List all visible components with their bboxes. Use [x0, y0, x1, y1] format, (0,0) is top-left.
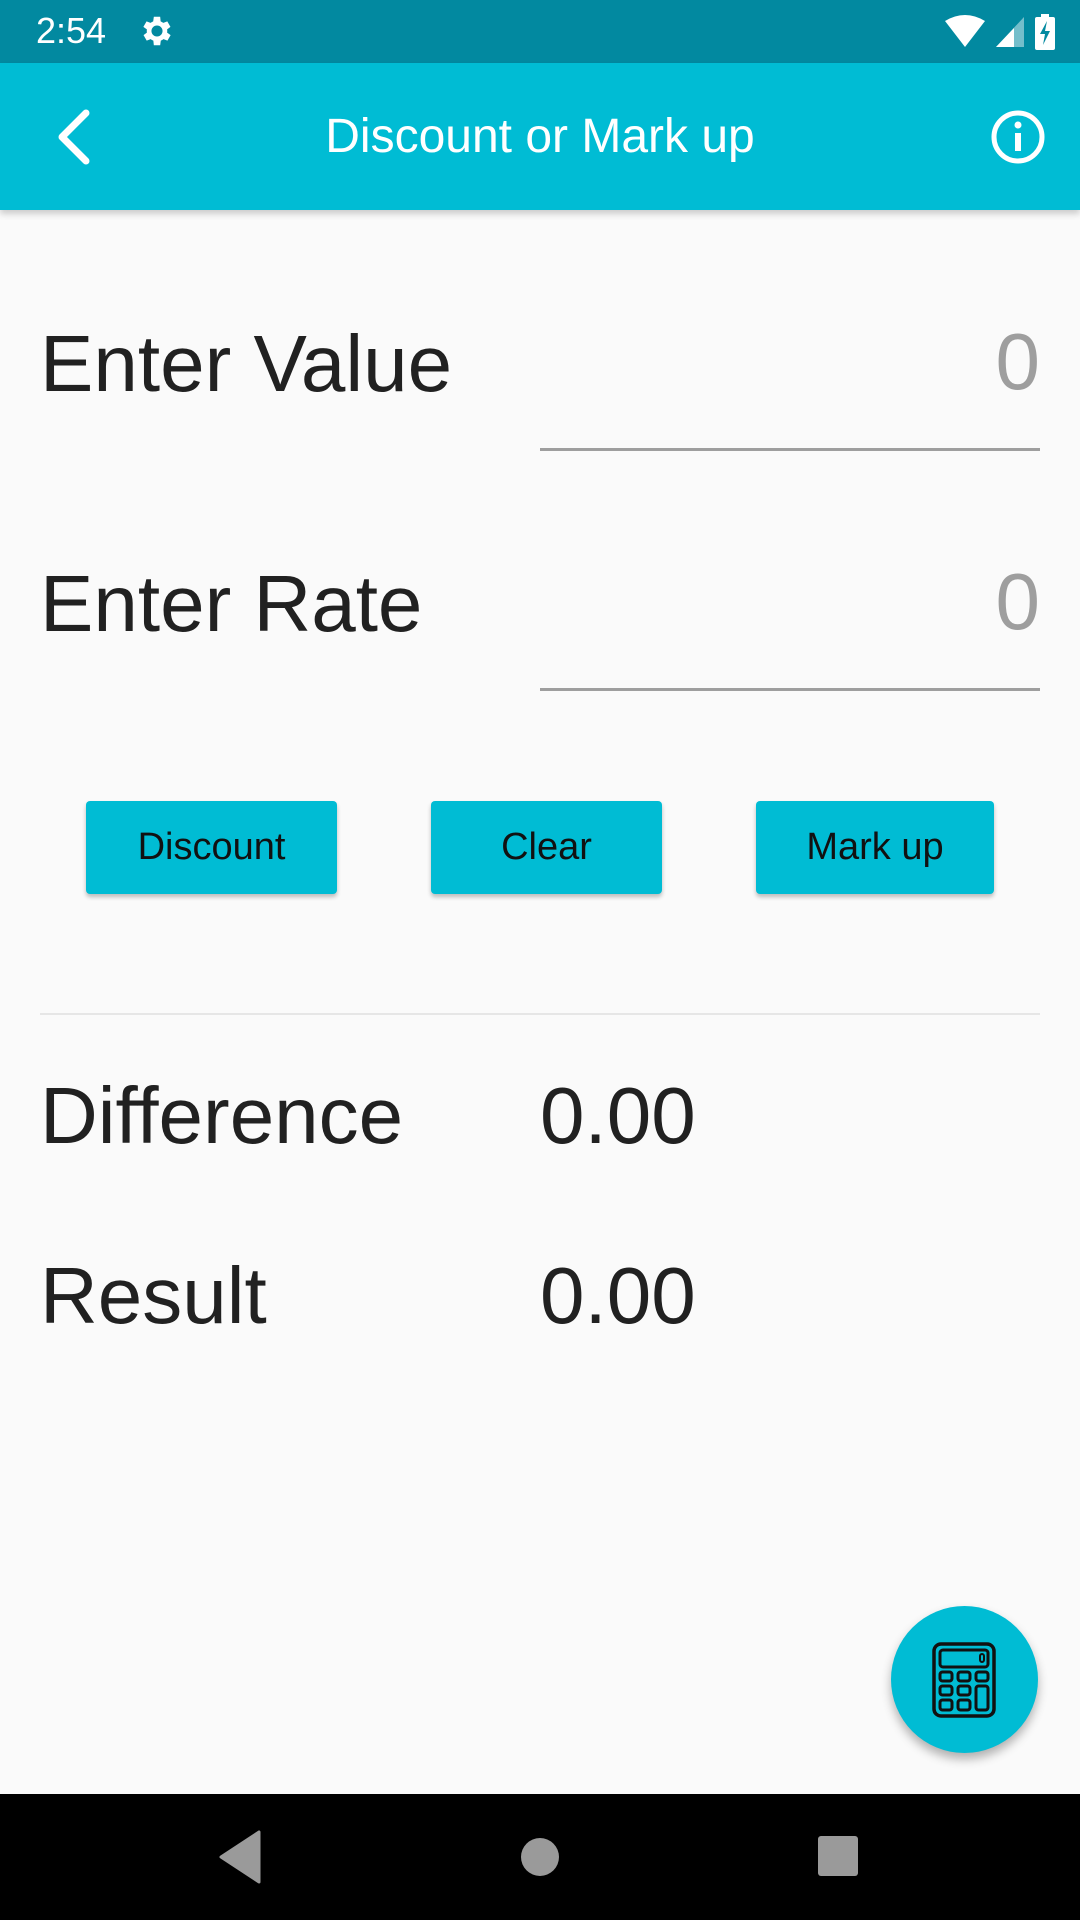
- value-input-underline: [540, 448, 1040, 451]
- enter-value-label: Enter Value: [40, 319, 453, 408]
- wifi-icon: [945, 15, 985, 47]
- nav-home-icon[interactable]: [505, 1824, 575, 1890]
- status-icons: [944, 14, 1056, 50]
- rate-input[interactable]: [540, 562, 1040, 642]
- app-bar: Discount or Mark up: [0, 63, 1080, 210]
- nav-recents-icon[interactable]: [803, 1824, 873, 1890]
- result-label: Result: [40, 1251, 267, 1340]
- status-bar: 2:54: [0, 0, 1080, 63]
- difference-label: Difference: [40, 1071, 404, 1160]
- rate-field-wrapper: [540, 562, 1040, 652]
- battery-charging-icon: [1035, 14, 1055, 50]
- divider: [40, 1013, 1040, 1015]
- nav-back-icon[interactable]: [205, 1824, 275, 1890]
- value-input[interactable]: [540, 322, 1040, 402]
- difference-value: 0.00: [540, 1071, 696, 1160]
- settings-icon: [143, 16, 171, 46]
- signal-icon: [996, 17, 1024, 47]
- info-button[interactable]: [990, 109, 1046, 165]
- system-nav-bar: [0, 1794, 1080, 1920]
- result-value: 0.00: [540, 1251, 696, 1340]
- discount-button[interactable]: Discount: [86, 801, 337, 894]
- rate-input-underline: [540, 688, 1040, 691]
- calculator-icon: [932, 1642, 996, 1718]
- status-time: 2:54: [36, 10, 107, 51]
- page-title: Discount or Mark up: [325, 110, 755, 163]
- markup-button[interactable]: Mark up: [756, 801, 994, 894]
- calculator-fab-button[interactable]: [891, 1606, 1038, 1753]
- enter-rate-label: Enter Rate: [40, 559, 423, 648]
- clear-button[interactable]: Clear: [431, 801, 662, 894]
- value-field-wrapper: [540, 322, 1040, 412]
